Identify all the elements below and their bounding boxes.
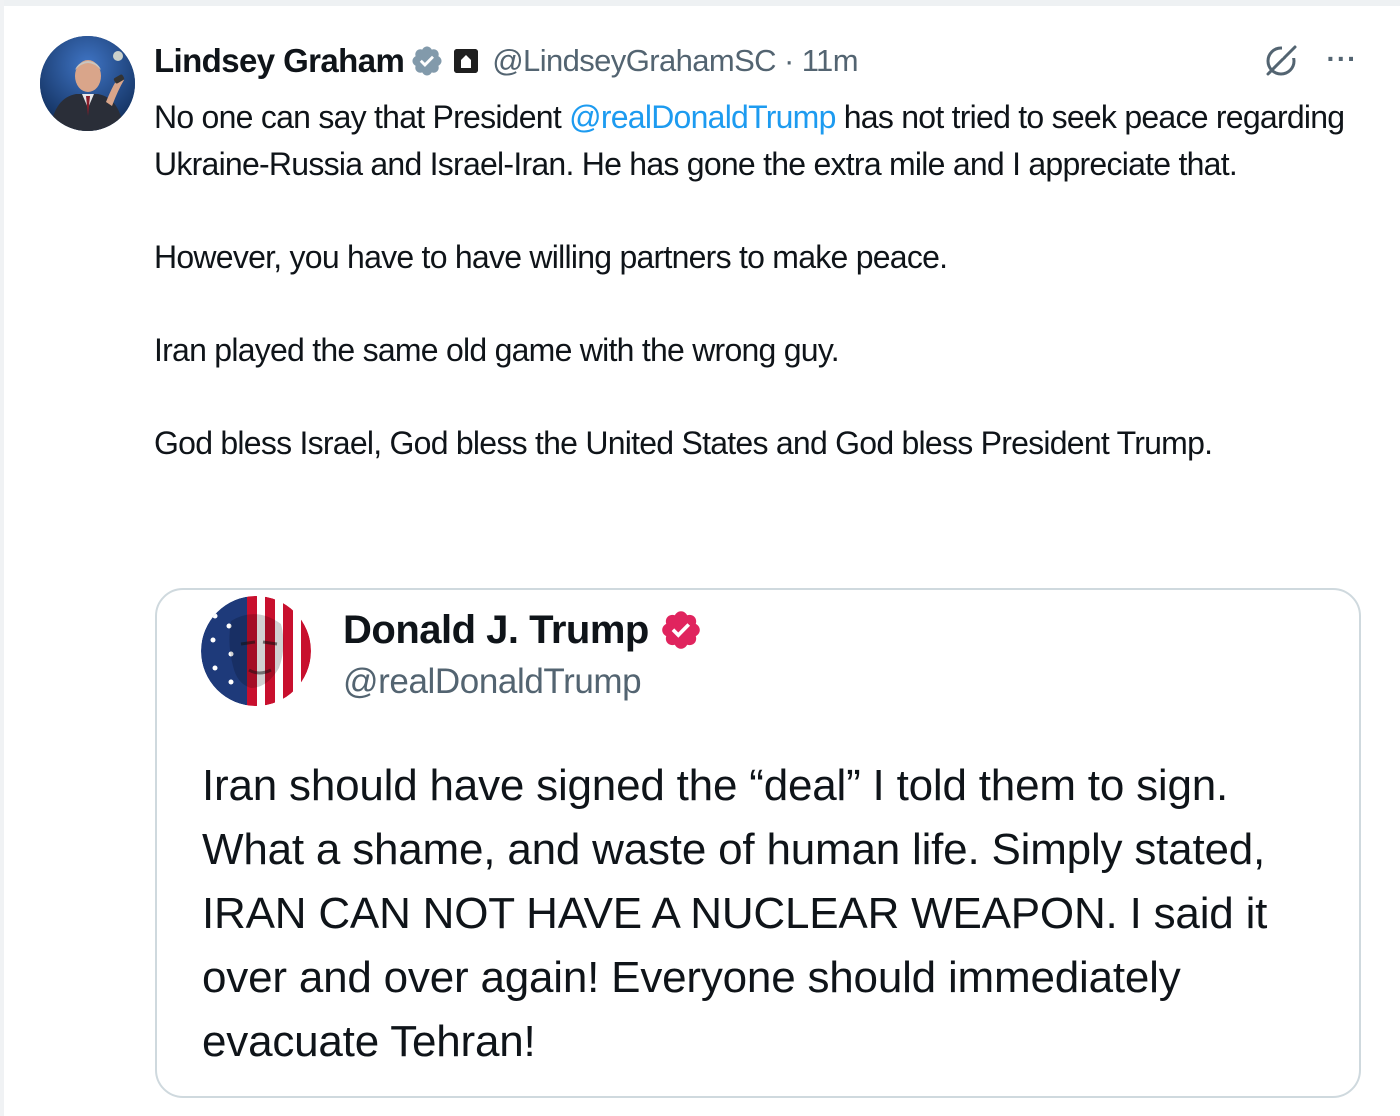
quoted-author-name[interactable]: Donald J. Trump (343, 608, 649, 653)
verified-badge-icon[interactable] (410, 44, 444, 78)
tweet-paragraph-4: God bless Israel, God bless the United S… (154, 425, 1213, 461)
verified-badge-icon[interactable] (659, 608, 703, 652)
top-divider (0, 0, 1400, 6)
more-options-icon[interactable]: ··· (1322, 44, 1362, 78)
tweet-paragraph-1: No one can say that President @realDonal… (154, 94, 1374, 188)
tweet-body: No one can say that President @realDonal… (154, 94, 1374, 467)
tweet-paragraph-2: However, you have to have willing partne… (154, 239, 948, 275)
separator-dot: · (783, 43, 794, 78)
author-name[interactable]: Lindsey Graham (154, 42, 405, 80)
tweet-paragraph-3: Iran played the same old game with the w… (154, 332, 840, 368)
author-handle-and-time[interactable]: @LindseyGrahamSC · 11m (492, 43, 858, 79)
mention-link[interactable]: @realDonaldTrump (569, 99, 836, 135)
author-avatar[interactable] (40, 36, 135, 131)
tweet-header: Lindsey Graham @LindseyGrahamSC · 11m (154, 38, 859, 84)
quoted-author-row: Donald J. Trump (343, 602, 703, 658)
quoted-post-card[interactable]: Donald J. Trump @realDonaldTrump Iran sh… (155, 588, 1361, 1098)
profile-photo-icon (40, 36, 135, 131)
quoted-post-text: Iran should have signed the “deal” I tol… (202, 761, 1268, 1066)
quoted-author-avatar[interactable] (201, 596, 311, 706)
quoted-author-handle[interactable]: @realDonaldTrump (343, 662, 642, 702)
post-time[interactable]: 11m (802, 43, 859, 78)
left-divider (0, 0, 4, 1116)
flag-portrait-icon (201, 596, 311, 706)
author-handle[interactable]: @LindseyGrahamSC (492, 43, 776, 78)
paragraph-text: No one can say that President (154, 99, 570, 135)
grok-icon[interactable] (1262, 42, 1300, 80)
government-badge-icon (454, 49, 479, 73)
